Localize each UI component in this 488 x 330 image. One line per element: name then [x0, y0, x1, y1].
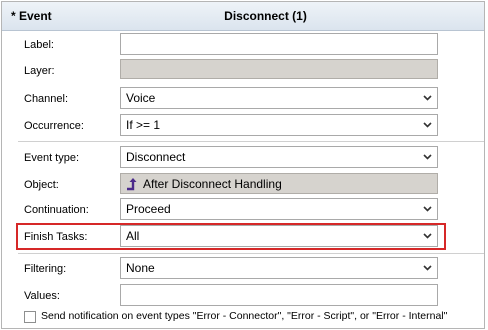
notification-label[interactable]: Send notification on event types "Error … [41, 310, 447, 322]
chevron-down-icon[interactable] [421, 118, 433, 132]
channel-select[interactable]: Voice [120, 87, 438, 109]
occurrence-field-label: Occurrence: [24, 120, 84, 132]
event-type-value: Disconnect [126, 150, 186, 164]
label-input[interactable] [120, 33, 438, 55]
channel-value: Voice [126, 91, 156, 105]
notification-option: Send notification on event types "Error … [24, 310, 484, 324]
continuation-select[interactable]: Proceed [120, 198, 438, 220]
occurrence-value: If >= 1 [126, 118, 161, 132]
notification-checkbox[interactable] [24, 311, 36, 323]
layer-input [120, 59, 438, 79]
filtering-select[interactable]: None [120, 257, 438, 279]
chevron-down-icon[interactable] [421, 150, 433, 164]
event-type-select[interactable]: Disconnect [120, 146, 438, 168]
channel-field-label: Channel: [24, 93, 69, 105]
return-arrow-icon [125, 177, 139, 191]
section-divider [18, 253, 484, 254]
object-row: Object: After Disconnect Handling [2, 173, 484, 197]
values-row: Values: [2, 284, 484, 308]
occurrence-row: Occurrence: If >= 1 [2, 114, 484, 138]
highlight-box [16, 223, 446, 250]
chevron-down-icon[interactable] [421, 202, 433, 216]
values-input[interactable] [120, 284, 438, 306]
event-properties-panel: * Event Disconnect (1) Label: Layer: Cha… [1, 1, 485, 329]
chevron-down-icon[interactable] [421, 261, 433, 275]
label-field-label: Label: [24, 39, 54, 51]
continuation-row: Continuation: Proceed [2, 198, 484, 222]
continuation-value: Proceed [126, 202, 171, 216]
object-value: After Disconnect Handling [143, 177, 282, 191]
layer-row: Layer: [2, 59, 484, 83]
occurrence-select[interactable]: If >= 1 [120, 114, 438, 136]
panel-header: * Event Disconnect (1) [2, 2, 484, 31]
object-field[interactable]: After Disconnect Handling [120, 173, 438, 194]
values-field-label: Values: [24, 290, 60, 302]
filtering-value: None [126, 261, 155, 275]
event-type-field-label: Event type: [24, 152, 80, 164]
chevron-down-icon[interactable] [421, 91, 433, 105]
label-row: Label: [2, 33, 484, 57]
event-title: Disconnect (1) [224, 9, 307, 23]
filtering-field-label: Filtering: [24, 263, 67, 275]
continuation-field-label: Continuation: [24, 204, 89, 216]
event-type-row: Event type: Disconnect [2, 146, 484, 170]
filtering-row: Filtering: None [2, 257, 484, 281]
layer-field-label: Layer: [24, 65, 55, 77]
section-divider [18, 141, 484, 142]
object-field-label: Object: [24, 179, 59, 191]
channel-row: Channel: Voice [2, 87, 484, 111]
